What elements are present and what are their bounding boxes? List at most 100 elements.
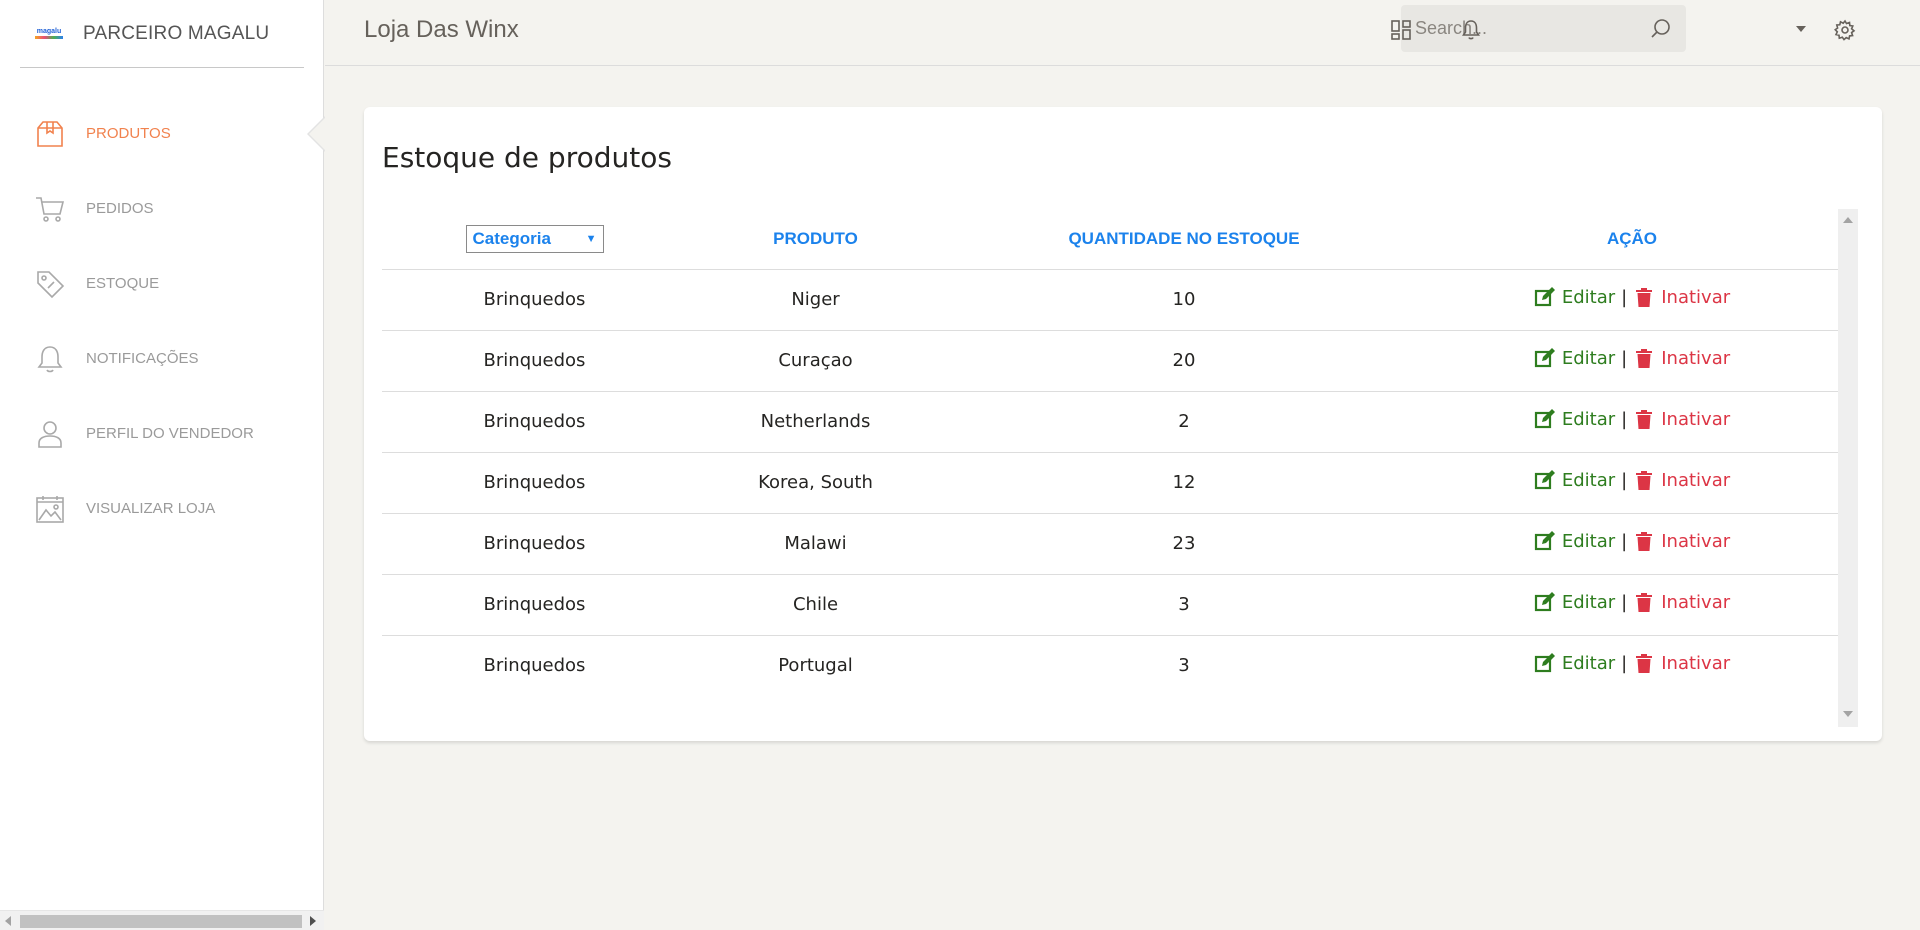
dashboard-icon-button[interactable] (1389, 18, 1413, 42)
edit-icon (1534, 592, 1555, 612)
cell-quantidade: 20 (944, 329, 1424, 391)
cell-produto: Niger (687, 268, 944, 330)
edit-button[interactable]: Editar (1534, 469, 1615, 491)
edit-button[interactable]: Editar (1534, 286, 1615, 308)
trash-icon (1636, 288, 1653, 307)
cell-categoria: Brinquedos (382, 451, 687, 513)
cell-categoria: Brinquedos (382, 268, 687, 330)
inactivate-button[interactable]: Inativar (1633, 530, 1730, 552)
sidebar-item-produtos[interactable]: PRODUTOS (0, 96, 326, 171)
sidebar-nav: PRODUTOS PEDIDOS ESTOQUE NOTIFICAÇÕES PE… (0, 96, 326, 546)
table-vertical-scrollbar[interactable] (1838, 209, 1858, 727)
inactivate-button[interactable]: Inativar (1633, 347, 1730, 369)
category-filter-select[interactable]: Categoria ▼ (465, 224, 604, 253)
edit-button[interactable]: Editar (1534, 591, 1615, 613)
user-icon (34, 418, 66, 450)
cart-icon (34, 193, 66, 225)
sidebar-item-estoque[interactable]: ESTOQUE (0, 246, 324, 321)
edit-label: Editar (1561, 347, 1616, 369)
inactivate-button[interactable]: Inativar (1633, 652, 1730, 674)
scroll-up-arrow-icon[interactable] (1843, 217, 1853, 223)
column-header-quantidade[interactable]: QUANTIDADE NO ESTOQUE (944, 209, 1424, 269)
sidebar-item-perfil-do-vendedor[interactable]: PERFIL DO VENDEDOR (0, 396, 324, 471)
search-input[interactable] (1415, 5, 1635, 52)
sidebar-horizontal-scrollbar[interactable] (0, 910, 324, 930)
settings-button[interactable] (1833, 18, 1857, 42)
trash-icon (1636, 410, 1653, 429)
trash-icon (1636, 532, 1653, 551)
search-icon[interactable] (1650, 18, 1672, 40)
edit-button[interactable]: Editar (1534, 408, 1615, 430)
inactivate-label: Inativar (1661, 652, 1731, 674)
inactivate-button[interactable]: Inativar (1633, 469, 1730, 491)
cell-acao: Editar | Inativar (1424, 634, 1840, 696)
cell-produto: Portugal (687, 634, 944, 696)
edit-button[interactable]: Editar (1534, 347, 1615, 369)
scroll-down-arrow-icon[interactable] (1843, 711, 1853, 717)
column-header-produto[interactable]: PRODUTO (687, 209, 944, 269)
inactivate-label: Inativar (1661, 408, 1731, 430)
sidebar-item-label: PERFIL DO VENDEDOR (86, 425, 254, 442)
stock-table: Categoria ▼ PRODUTO QUANTIDADE NO ESTOQU… (382, 209, 1840, 696)
inactivate-label: Inativar (1661, 591, 1731, 613)
logo-row: magalu PARCEIRO MAGALU (20, 0, 304, 68)
row-actions: Editar | Inativar (1534, 591, 1730, 613)
cell-quantidade: 3 (944, 573, 1424, 635)
card-title: Estoque de produtos (382, 141, 672, 174)
column-header-acao[interactable]: AÇÃO (1424, 209, 1840, 269)
store-title[interactable]: Loja Das Winx (364, 16, 519, 44)
notifications-button[interactable] (1459, 18, 1483, 42)
sidebar-item-visualizar-loja[interactable]: VISUALIZAR LOJA (0, 471, 324, 546)
active-indicator-inner (309, 117, 326, 151)
inactivate-button[interactable]: Inativar (1633, 408, 1730, 430)
table-row: Brinquedos Chile 3 Editar | Inativar (382, 573, 1840, 635)
stock-card: Estoque de produtos Categoria ▼ PRODUTO … (364, 107, 1882, 741)
scroll-left-arrow-icon[interactable] (5, 916, 11, 926)
cell-categoria: Brinquedos (382, 390, 687, 452)
cell-produto: Korea, South (687, 451, 944, 513)
dashboard-icon (1391, 20, 1411, 40)
action-separator: | (1621, 408, 1628, 430)
chevron-down-icon[interactable] (1796, 26, 1806, 32)
edit-icon (1534, 531, 1555, 551)
row-actions: Editar | Inativar (1534, 347, 1730, 369)
cell-produto: Chile (687, 573, 944, 635)
search-box[interactable] (1401, 5, 1686, 52)
chevron-down-icon: ▼ (585, 232, 597, 245)
image-icon (34, 493, 66, 525)
bell-icon (34, 343, 66, 375)
edit-button[interactable]: Editar (1534, 652, 1615, 674)
action-separator: | (1621, 591, 1628, 613)
cell-acao: Editar | Inativar (1424, 390, 1840, 452)
row-actions: Editar | Inativar (1534, 408, 1730, 430)
cell-categoria: Brinquedos (382, 634, 687, 696)
scroll-right-arrow-icon[interactable] (310, 916, 316, 926)
package-icon (34, 118, 66, 150)
cell-quantidade: 23 (944, 512, 1424, 574)
edit-icon (1534, 470, 1555, 490)
sidebar-item-notificacoes[interactable]: NOTIFICAÇÕES (0, 321, 324, 396)
edit-label: Editar (1561, 286, 1616, 308)
inactivate-label: Inativar (1661, 469, 1731, 491)
table-row: Brinquedos Malawi 23 Editar | Inativar (382, 512, 1840, 574)
cell-categoria: Brinquedos (382, 512, 687, 574)
sidebar: magalu PARCEIRO MAGALU PRODUTOS PEDIDOS … (0, 0, 326, 930)
edit-label: Editar (1561, 530, 1616, 552)
cell-acao: Editar | Inativar (1424, 268, 1840, 330)
brand-name[interactable]: PARCEIRO MAGALU (83, 23, 269, 45)
column-header-categoria: Categoria ▼ (382, 209, 687, 269)
cell-quantidade: 2 (944, 390, 1424, 452)
scrollbar-thumb[interactable] (20, 915, 302, 928)
cell-acao: Editar | Inativar (1424, 451, 1840, 513)
bell-icon (1462, 20, 1480, 40)
sidebar-item-pedidos[interactable]: PEDIDOS (0, 171, 324, 246)
cell-produto: Malawi (687, 512, 944, 574)
cell-produto: Netherlands (687, 390, 944, 452)
edit-button[interactable]: Editar (1534, 530, 1615, 552)
edit-icon (1534, 287, 1555, 307)
inactivate-button[interactable]: Inativar (1633, 591, 1730, 613)
inactivate-button[interactable]: Inativar (1633, 286, 1730, 308)
magalu-logo[interactable]: magalu (33, 27, 65, 41)
edit-icon (1534, 653, 1555, 673)
sidebar-item-label: ESTOQUE (86, 275, 160, 292)
